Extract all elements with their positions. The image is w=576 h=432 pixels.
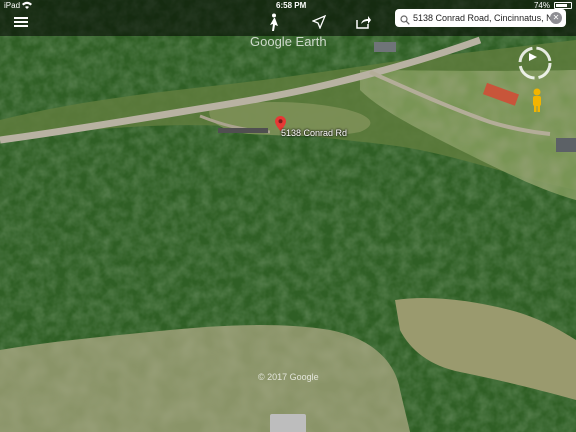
google-earth-watermark: Google Earth [250, 34, 327, 49]
battery-percent: 74% [533, 1, 550, 10]
share-icon[interactable] [355, 12, 371, 32]
status-time: 6:58 PM [276, 1, 307, 10]
barn-roof [556, 138, 576, 152]
status-bar: iPad 6:58 PM 74% [0, 0, 576, 11]
trailer [218, 128, 268, 133]
battery-icon [554, 2, 572, 9]
person-walk-icon[interactable] [268, 12, 280, 32]
compass-icon[interactable] [517, 45, 553, 86]
satellite-terrain[interactable] [0, 0, 576, 432]
place-label[interactable]: 5138 Conrad Rd [281, 128, 347, 138]
pegman-icon[interactable] [531, 88, 543, 117]
search-input[interactable]: 5138 Conrad Road, Cincinnatus, NY ✕ [395, 9, 566, 27]
wifi-icon [22, 1, 32, 12]
magnifier-icon [400, 13, 410, 27]
shed-roof [374, 42, 396, 52]
clear-icon[interactable]: ✕ [550, 12, 562, 24]
map-view[interactable]: Google Earth 5138 Conrad Rd © 2017 Googl… [0, 0, 576, 432]
hamburger-menu-icon[interactable] [14, 12, 28, 32]
device-name: iPad [4, 1, 21, 10]
location-arrow-icon[interactable] [312, 12, 326, 32]
bottom-drawer-handle[interactable] [270, 414, 306, 432]
search-query: 5138 Conrad Road, Cincinnatus, NY [413, 13, 559, 23]
copyright-text: © 2017 Google [258, 372, 319, 382]
